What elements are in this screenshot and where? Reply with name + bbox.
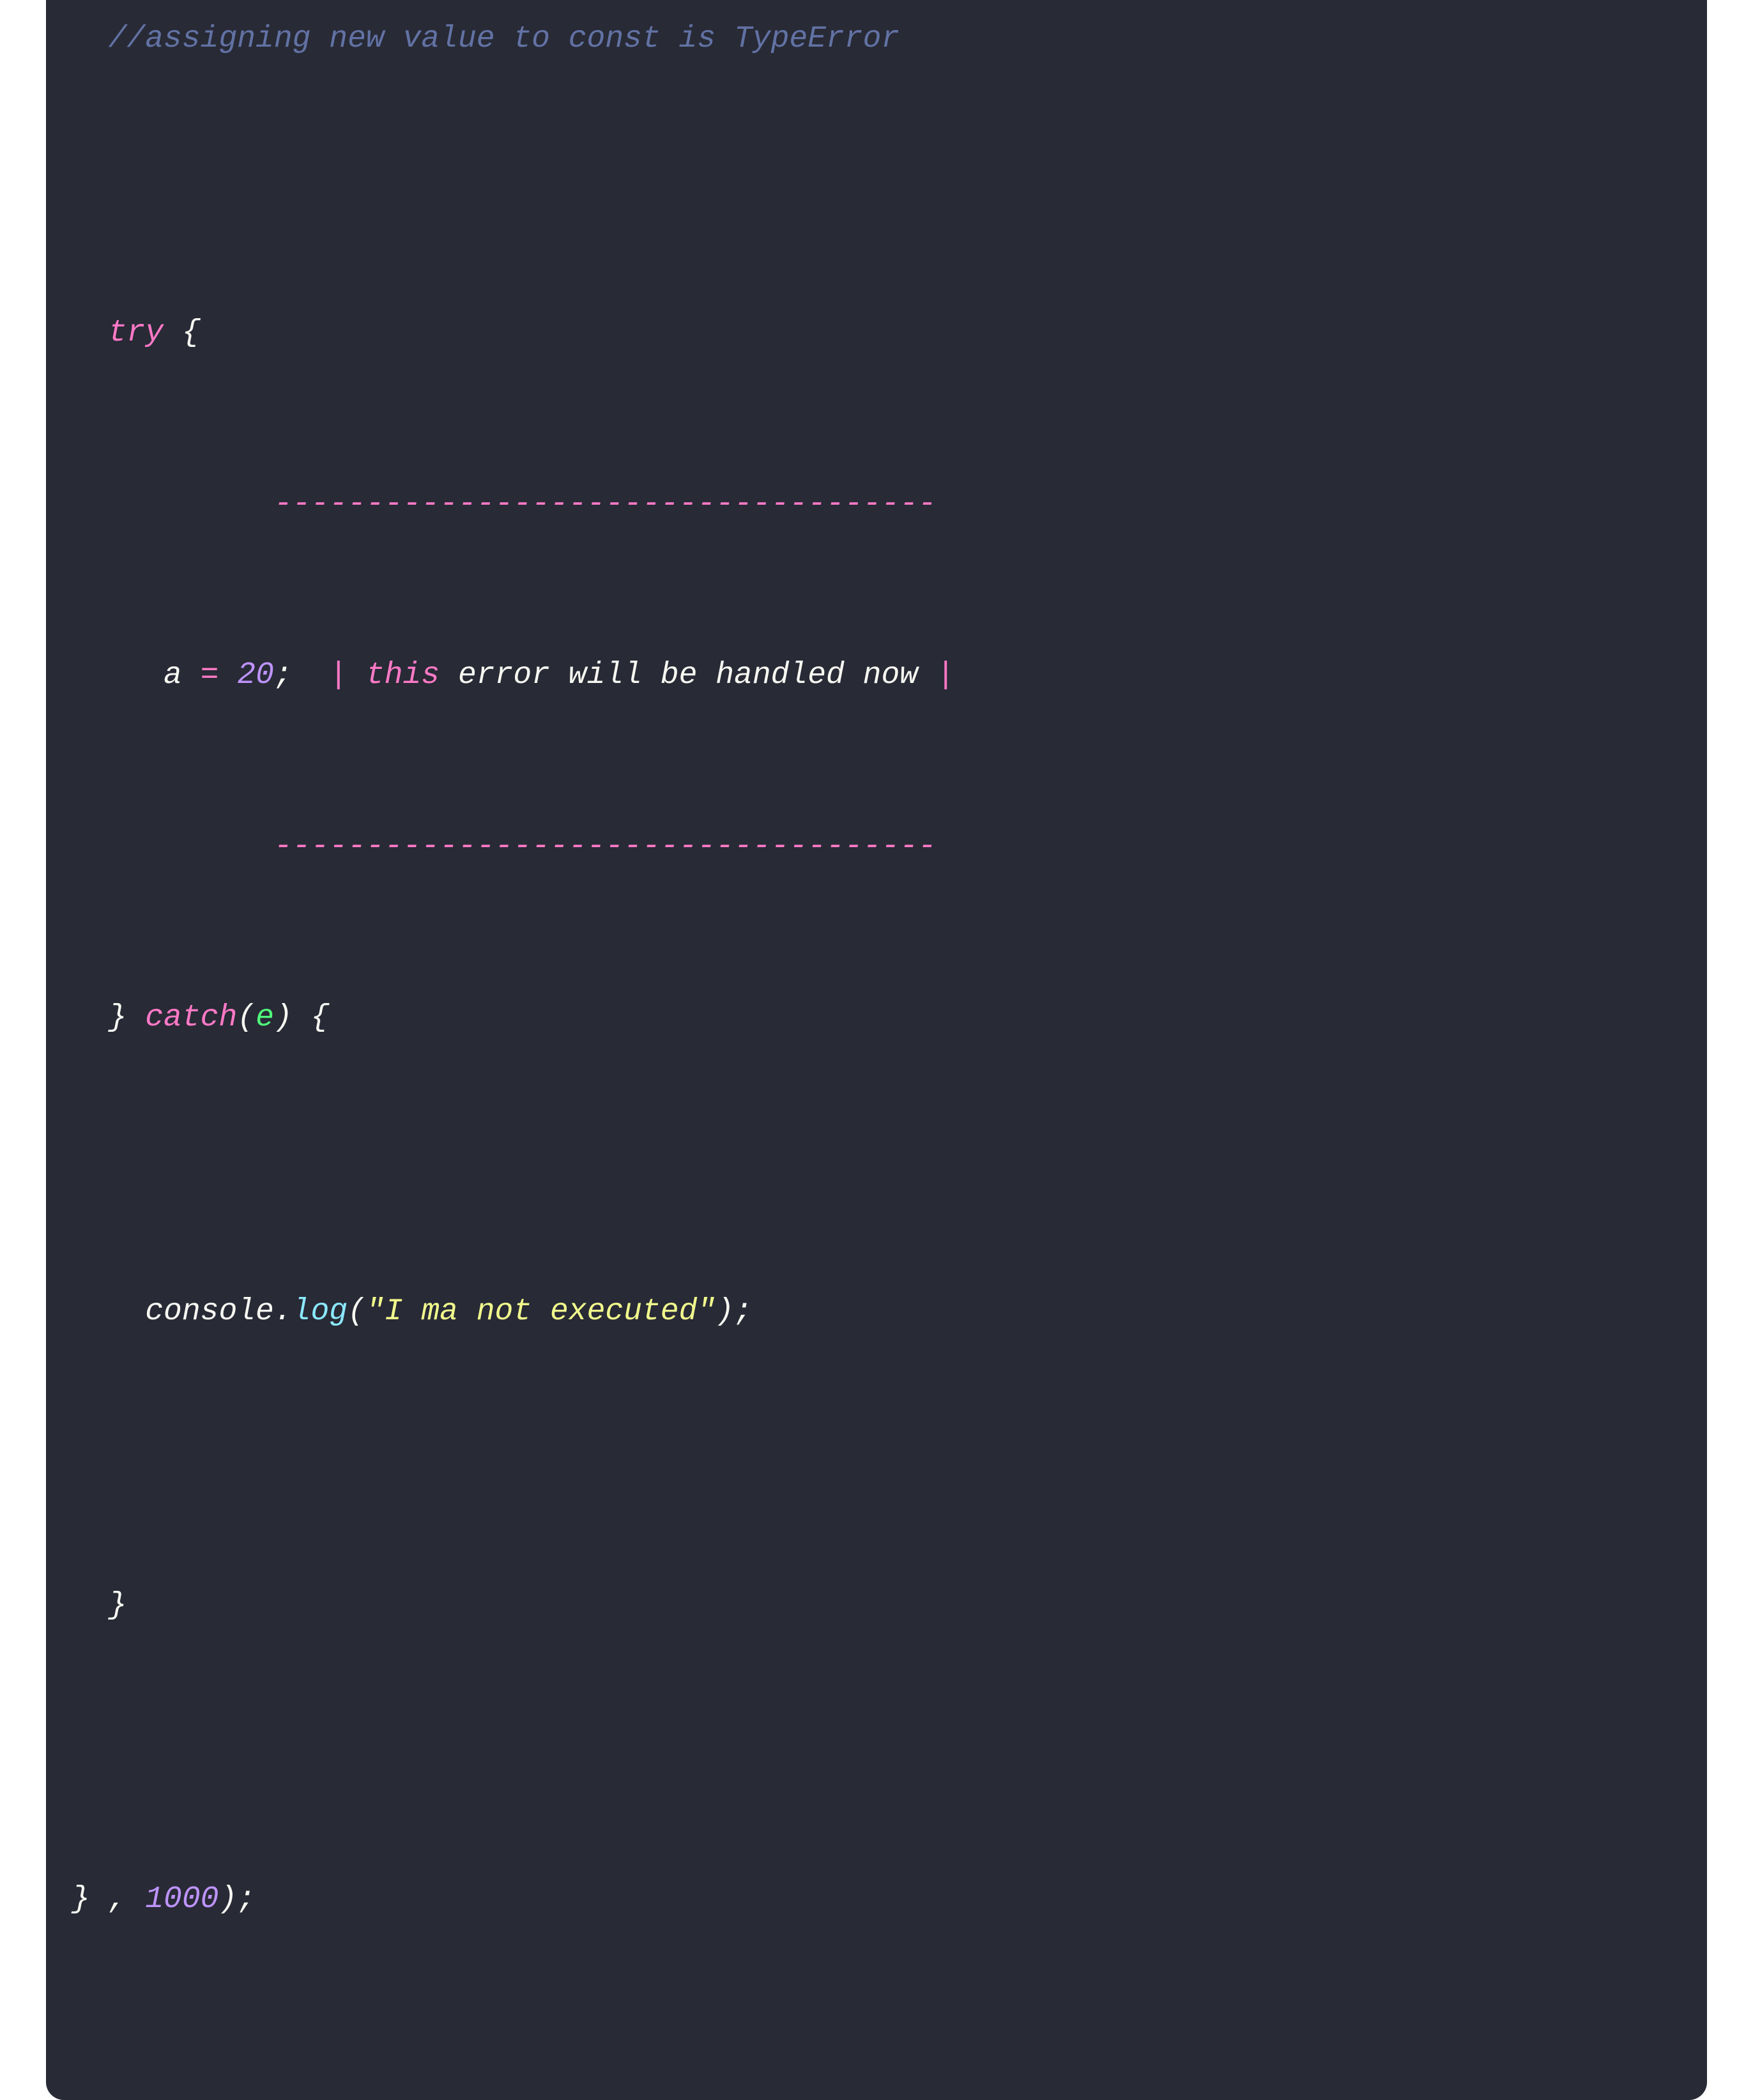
code-line: } catch(e) {	[72, 993, 1681, 1042]
code-line: console.log("I ma not executed");	[72, 1287, 1681, 1336]
code-window: const a =10 ; setTimeout(function() { //…	[46, 0, 1707, 2100]
code-line: try {	[72, 309, 1681, 357]
number-20: 20	[237, 658, 274, 693]
code-block: const a =10 ; setTimeout(function() { //…	[46, 0, 1707, 1985]
annotation-border-bottom: ------------------------------------	[72, 822, 1681, 871]
annotation-border-top: ------------------------------------	[72, 480, 1681, 528]
keyword-this: this	[366, 658, 440, 693]
blank-line	[72, 1428, 1681, 1459]
param-e: e	[256, 1000, 274, 1035]
code-line: }	[72, 1581, 1681, 1630]
code-line: a = 20; | this error will be handled now…	[72, 651, 1681, 700]
annotation-text: error will be handled now	[440, 658, 937, 693]
number-1000: 1000	[145, 1882, 218, 1917]
var-a: a	[164, 658, 182, 693]
blank-line	[72, 1134, 1681, 1165]
keyword-try: try	[109, 316, 164, 350]
comment: //assigning new value to const is TypeEr…	[109, 22, 900, 56]
keyword-catch: catch	[145, 1000, 237, 1035]
code-line: //assigning new value to const is TypeEr…	[72, 15, 1681, 63]
obj-console: console	[145, 1294, 274, 1329]
fn-log: log	[293, 1294, 348, 1329]
blank-line	[72, 155, 1681, 186]
code-line: } , 1000);	[72, 1875, 1681, 1924]
string-literal: "I ma not executed"	[366, 1294, 716, 1329]
blank-line	[72, 1722, 1681, 1752]
